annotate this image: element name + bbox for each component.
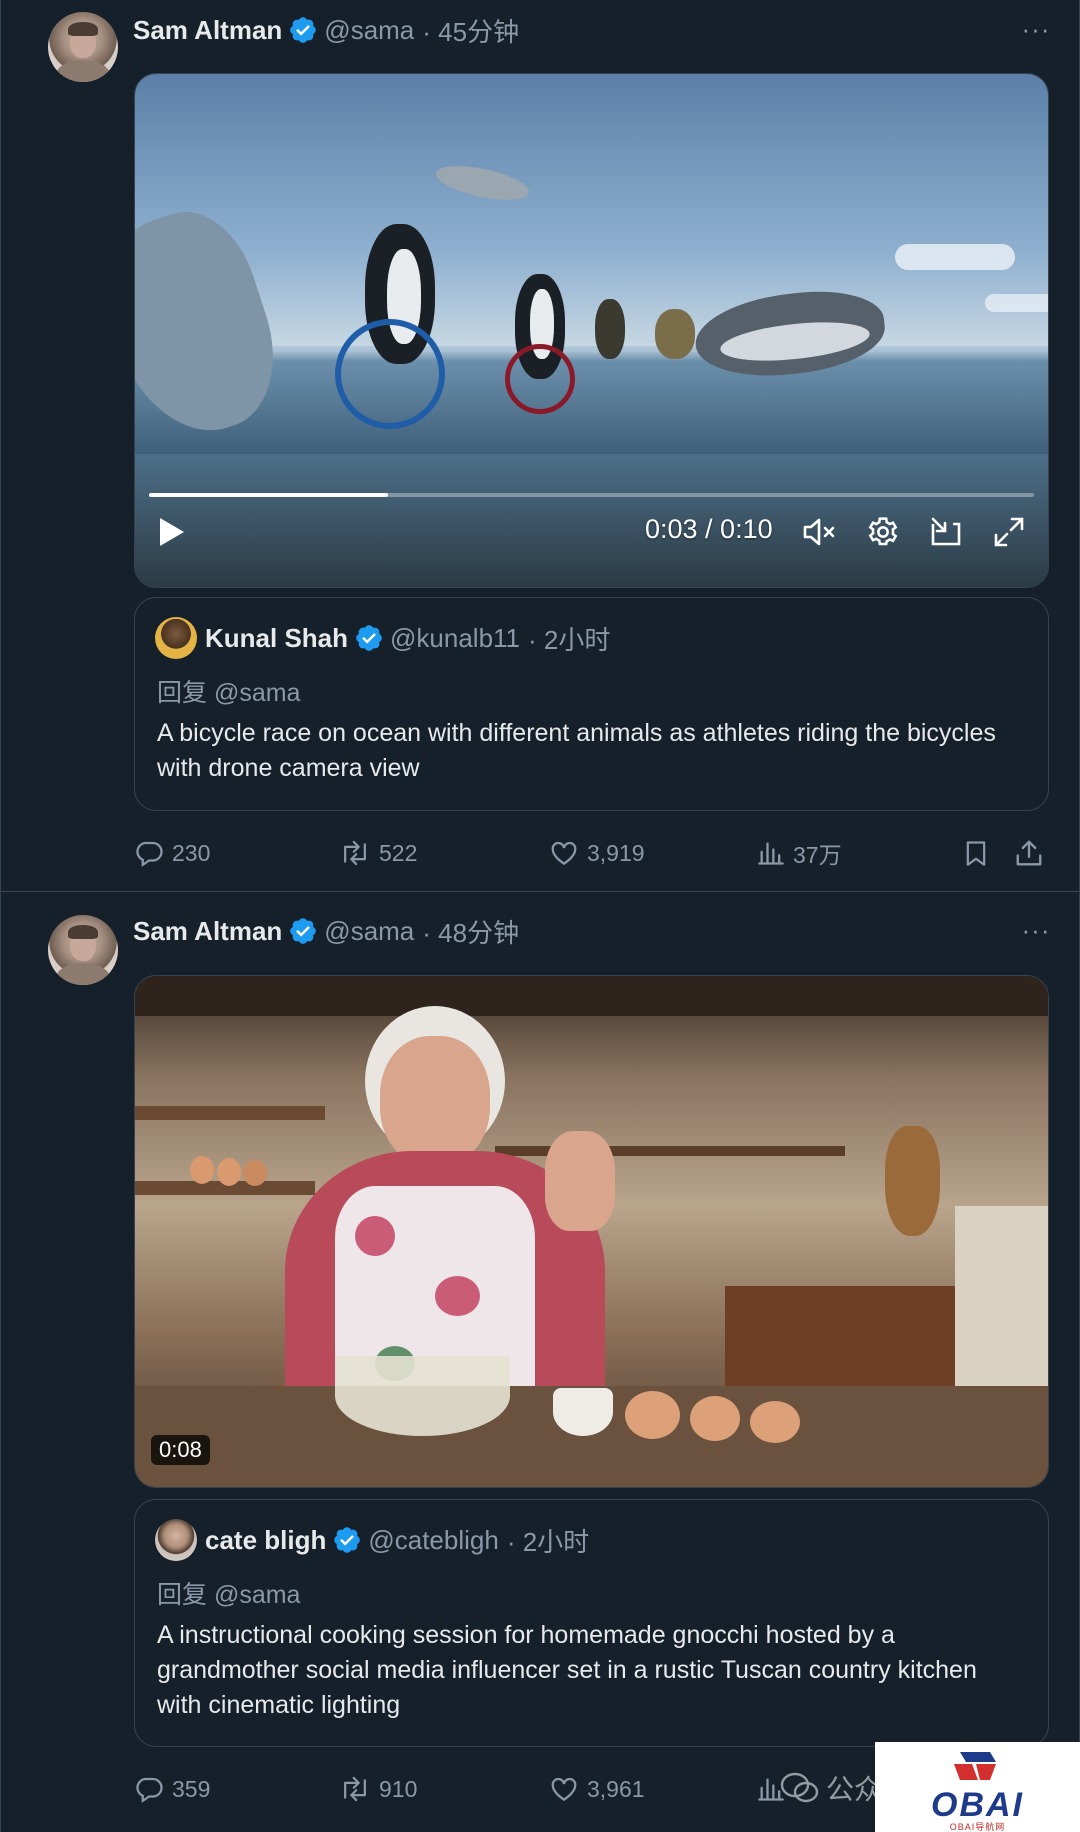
fullscreen-icon[interactable] xyxy=(989,512,1029,552)
wechat-icon xyxy=(780,1772,819,1803)
wechat-watermark: 公众 xyxy=(780,1768,882,1808)
reply-button[interactable]: 230 xyxy=(134,833,210,873)
quote-header: cate bligh @catebligh · 2小时 xyxy=(155,1518,589,1562)
video-progress-fill xyxy=(149,493,388,497)
verified-badge-icon xyxy=(288,15,318,45)
timeline: Sam Altman @sama · 45分钟 ··· 0:03 / 0:10 … xyxy=(0,0,1080,1832)
avatar[interactable] xyxy=(48,12,118,82)
settings-gear-icon[interactable] xyxy=(863,512,903,552)
views-icon xyxy=(758,842,784,865)
verified-badge-icon xyxy=(332,1525,362,1555)
tweet-actions: 230 522 3,919 37万 xyxy=(134,833,1049,873)
quoted-tweet[interactable]: Kunal Shah @kunalb11 · 2小时 回复 @sama A bi… xyxy=(134,597,1049,811)
more-options-icon[interactable]: ··· xyxy=(1019,12,1053,46)
author-handle[interactable]: @sama xyxy=(324,916,414,947)
repost-button[interactable]: 910 xyxy=(339,1769,417,1809)
author-name[interactable]: Sam Altman xyxy=(133,15,282,46)
reply-icon xyxy=(136,841,163,868)
repost-count: 522 xyxy=(379,839,418,866)
video-player[interactable]: 0:08 xyxy=(134,975,1049,1488)
tweet-header: Sam Altman @sama · 48分钟 xyxy=(133,911,519,951)
like-button[interactable]: 3,919 xyxy=(549,833,645,873)
video-frame xyxy=(135,976,1048,1487)
repost-icon xyxy=(344,840,366,866)
tweet-header: Sam Altman @sama · 45分钟 xyxy=(133,10,519,50)
repost-count: 910 xyxy=(379,1775,418,1802)
quote-header: Kunal Shah @kunalb11 · 2小时 xyxy=(155,616,610,660)
video-progress-bar[interactable] xyxy=(149,493,1034,497)
quote-author-handle[interactable]: @kunalb11 xyxy=(390,623,520,654)
heart-icon xyxy=(551,841,577,865)
repost-icon xyxy=(344,1776,366,1802)
video-duration-badge: 0:08 xyxy=(151,1435,210,1465)
verified-badge-icon xyxy=(354,623,384,653)
quote-author-name[interactable]: cate bligh xyxy=(205,1525,326,1556)
reply-count: 230 xyxy=(172,839,211,866)
heart-icon xyxy=(551,1777,577,1801)
tweet-time[interactable]: · 45分钟 xyxy=(422,12,519,49)
video-player[interactable]: 0:03 / 0:10 xyxy=(134,73,1049,588)
share-icon[interactable] xyxy=(1014,833,1052,873)
quote-author-name[interactable]: Kunal Shah xyxy=(205,623,348,654)
avatar[interactable] xyxy=(48,915,118,985)
reply-button[interactable]: 359 xyxy=(134,1769,210,1809)
tweet[interactable]: Sam Altman @sama · 45分钟 ··· 0:03 / 0:10 … xyxy=(1,0,1080,892)
tweet-time[interactable]: · 48分钟 xyxy=(422,913,519,950)
quote-avatar[interactable] xyxy=(155,617,197,659)
quote-author-handle[interactable]: @catebligh xyxy=(368,1525,498,1556)
wechat-watermark-text: 公众 xyxy=(826,1774,883,1805)
tweet[interactable]: Sam Altman @sama · 48分钟 ··· 0:08 cate bl… xyxy=(1,893,1080,1832)
quote-avatar[interactable] xyxy=(155,1519,197,1561)
views-button[interactable]: 37万 xyxy=(757,833,842,873)
quote-text: A bicycle race on ocean with different a… xyxy=(157,719,996,782)
obai-logo: OBAI OBAI导航网 xyxy=(875,1742,1080,1832)
quote-time: · 2小时 xyxy=(528,624,611,655)
play-icon[interactable] xyxy=(151,512,191,552)
like-count: 3,961 xyxy=(587,1775,645,1802)
quote-text: A instructional cooking session for home… xyxy=(157,1621,977,1719)
reply-count: 359 xyxy=(172,1775,211,1802)
like-count: 3,919 xyxy=(587,839,645,866)
like-button[interactable]: 3,961 xyxy=(549,1769,645,1809)
author-handle[interactable]: @sama xyxy=(324,15,414,46)
author-name[interactable]: Sam Altman xyxy=(133,916,282,947)
reply-icon xyxy=(136,1777,163,1804)
quote-time: · 2小时 xyxy=(506,1526,590,1557)
repost-button[interactable]: 522 xyxy=(339,833,417,873)
picture-in-picture-icon[interactable] xyxy=(926,512,966,552)
quoted-tweet[interactable]: cate bligh @catebligh · 2小时 回复 @sama A i… xyxy=(134,1499,1049,1747)
views-count: 37万 xyxy=(793,842,842,868)
obai-logo-subtext: OBAI导航网 xyxy=(949,1822,1006,1832)
video-controls: 0:03 / 0:10 xyxy=(135,504,1048,564)
mute-icon[interactable] xyxy=(800,512,840,552)
video-time: 0:03 / 0:10 xyxy=(645,514,773,544)
more-options-icon[interactable]: ··· xyxy=(1019,913,1053,947)
verified-badge-icon xyxy=(288,916,318,946)
reply-to-label[interactable]: 回复 @sama xyxy=(157,673,300,709)
obai-logo-mark-icon xyxy=(954,1752,996,1780)
reply-to-label[interactable]: 回复 @sama xyxy=(157,1575,300,1611)
bookmark-icon[interactable] xyxy=(962,833,998,873)
